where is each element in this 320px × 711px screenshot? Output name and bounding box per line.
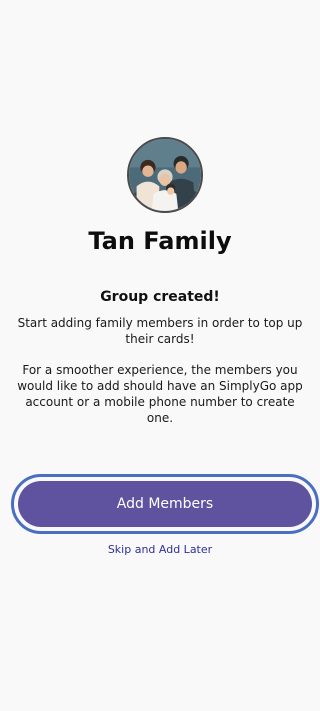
add-members-message: Start adding family members in order to … bbox=[17, 316, 303, 346]
group-name: Tan Family bbox=[88, 227, 232, 255]
smoother-experience-hint: For a smoother experience, the members y… bbox=[17, 363, 303, 425]
skip-and-add-later-link[interactable]: Skip and Add Later bbox=[0, 541, 320, 559]
group-created-screen: Tan Family Group created! Start adding f… bbox=[0, 0, 320, 711]
family-photo-icon bbox=[129, 139, 201, 211]
add-members-button[interactable]: Add Members bbox=[18, 481, 312, 527]
group-avatar bbox=[127, 137, 203, 213]
group-created-title: Group created! bbox=[100, 289, 220, 305]
